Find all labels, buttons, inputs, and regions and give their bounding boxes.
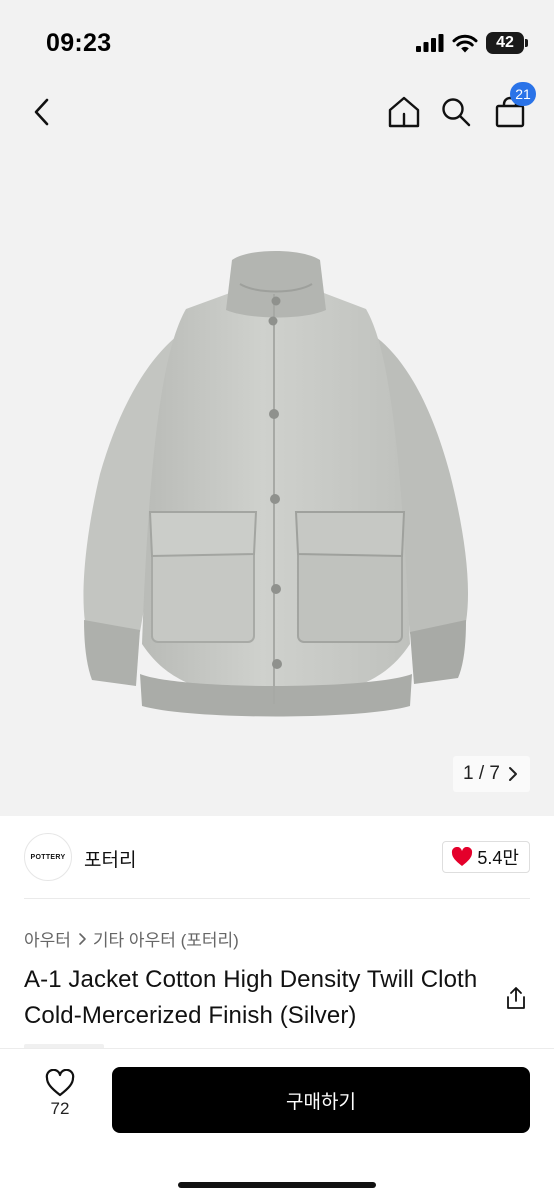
breadcrumb-subcategory[interactable]: 기타 아우터 (포터리) [93, 926, 239, 951]
seller-logo-text: POTTERY [30, 853, 66, 861]
bottom-action-bar: 72 구매하기 [0, 1048, 554, 1200]
product-photo [0, 144, 554, 816]
home-button[interactable] [380, 88, 428, 136]
cart-button[interactable]: 21 [486, 82, 536, 136]
seller-row: POTTERY 포터리 5.4만 [24, 831, 530, 883]
search-icon [442, 98, 471, 127]
seller-logo[interactable]: POTTERY [24, 833, 72, 881]
share-icon [507, 987, 525, 1009]
breadcrumb-category[interactable]: 아우터 [24, 926, 71, 951]
battery-indicator: 42 [486, 32, 528, 54]
share-button[interactable] [500, 982, 532, 1014]
seller-name[interactable]: 포터리 [84, 845, 136, 872]
seller-like-button[interactable]: 5.4만 [442, 841, 530, 873]
seller-like-count: 5.4만 [477, 848, 519, 868]
top-nav: 21 [0, 82, 554, 144]
wifi-icon [452, 34, 478, 52]
home-icon [388, 96, 420, 128]
section-divider [24, 898, 530, 899]
wishlist-button[interactable]: 72 [34, 1069, 86, 1133]
buy-button[interactable]: 구매하기 [112, 1067, 530, 1133]
breadcrumb: 아우터 기타 아우터 (포터리) [24, 926, 239, 951]
cellular-signal-icon [416, 34, 444, 52]
gallery-counter-text: 1 / 7 [463, 763, 500, 784]
battery-level: 42 [496, 34, 514, 51]
product-title: A-1 Jacket Cotton High Density Twill Clo… [24, 966, 478, 1029]
gallery-page-counter[interactable]: 1 / 7 [453, 756, 530, 792]
product-image-gallery[interactable]: 1 / 7 [0, 144, 554, 816]
status-icons: 42 [416, 32, 528, 54]
heart-icon [45, 1069, 75, 1097]
cart-count-badge: 21 [510, 82, 536, 106]
search-button[interactable] [432, 88, 480, 136]
chevron-right-icon [79, 932, 86, 945]
home-indicator [178, 1182, 376, 1188]
chevron-right-icon [509, 767, 517, 781]
chevron-left-icon [34, 98, 49, 126]
wishlist-count: 72 [50, 1099, 70, 1118]
heart-icon [452, 847, 473, 866]
status-bar: 09:23 42 [0, 0, 554, 88]
back-button[interactable] [18, 88, 66, 136]
status-time: 09:23 [46, 29, 112, 57]
